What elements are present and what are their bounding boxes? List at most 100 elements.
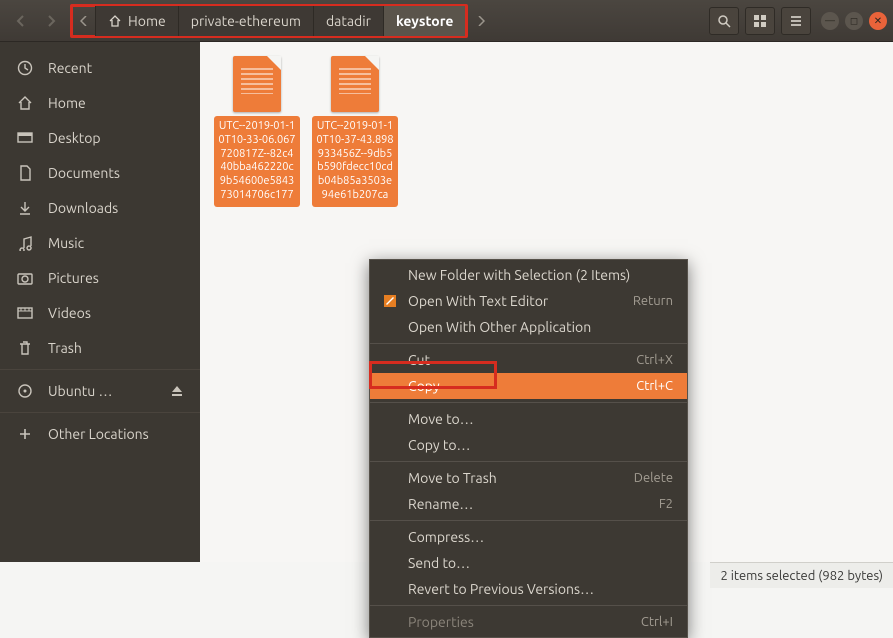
download-icon [16,200,34,216]
menu-item-label: Move to… [408,411,474,427]
breadcrumb-label: datadir [326,13,371,29]
breadcrumb-left-icon[interactable] [73,6,95,36]
window-controls: — ◻ ✕ [821,12,887,30]
breadcrumb-label: private-ethereum [191,13,301,29]
breadcrumb-private-ethereum[interactable]: private-ethereum [178,6,313,36]
hamburger-button[interactable] [781,7,811,35]
eject-icon[interactable] [170,384,184,398]
status-bar: 2 items selected (982 bytes) [710,562,893,588]
sidebar-item-label: Trash [48,340,82,356]
menu-item-shortcut: Ctrl+I [641,615,673,629]
file-label: UTC--2019-01-10T10-33-06.067720817Z--82c… [214,116,300,207]
menu-item-rename[interactable]: Rename… F2 [370,491,687,517]
menu-separator [370,343,687,344]
menu-item-copy-to[interactable]: Copy to… [370,432,687,458]
context-menu: New Folder with Selection (2 Items) Open … [369,259,688,638]
menu-item-open-with-other-application[interactable]: Open With Other Application [370,314,687,340]
menu-item-copy[interactable]: Copy Ctrl+C [370,373,687,399]
menu-separator [370,520,687,521]
sidebar-item-desktop[interactable]: Desktop [0,120,200,155]
sidebar-item-music[interactable]: Music [0,225,200,260]
breadcrumb-label: Home [128,13,166,29]
plus-icon [16,426,34,442]
menu-item-label: Copy to… [408,437,470,453]
sidebar-item-trash[interactable]: Trash [0,330,200,365]
clock-icon [16,60,34,76]
sidebar-item-videos[interactable]: Videos [0,295,200,330]
sidebar-item-downloads[interactable]: Downloads [0,190,200,225]
sidebar-item-label: Videos [48,305,91,321]
file-icon [331,56,379,112]
menu-item-label: Compress… [408,529,484,545]
menu-item-revert-to-previous-versions[interactable]: Revert to Previous Versions… [370,576,687,602]
camera-icon [16,270,34,286]
search-button[interactable] [709,7,739,35]
forward-button[interactable] [36,6,66,36]
sidebar-item-label: Downloads [48,200,118,216]
close-button[interactable]: ✕ [869,12,887,30]
menu-item-open-with-text-editor[interactable]: Open With Text Editor Return [370,288,687,314]
home-icon [16,95,34,111]
menu-separator [370,605,687,606]
menu-item-move-to[interactable]: Move to… [370,406,687,432]
menu-item-shortcut: Ctrl+X [636,353,673,367]
menu-item-shortcut: Return [633,294,673,308]
file-item[interactable]: UTC--2019-01-10T10-37-43.898933456Z--9db… [312,56,398,207]
trash-icon [16,340,34,356]
sidebar-item-ubuntu-[interactable]: Ubuntu … [0,369,200,408]
toolbar: Home private-ethereum datadir keystore —… [0,0,893,42]
menu-item-label: Revert to Previous Versions… [408,581,594,597]
menu-separator [370,402,687,403]
sidebar-item-label: Desktop [48,130,101,146]
menu-item-cut[interactable]: CutCtrl+X [370,347,687,373]
file-item[interactable]: UTC--2019-01-10T10-33-06.067720817Z--82c… [214,56,300,207]
minimize-button[interactable]: — [821,12,839,30]
sidebar: Recent Home Desktop Documents Downloads Music… [0,42,200,562]
menu-item-new-folder-with-selection-items[interactable]: New Folder with Selection (2 Items) [370,262,687,288]
breadcrumb-label: keystore [396,13,453,29]
toolbar-right [709,7,811,35]
disc-icon [16,383,34,399]
breadcrumb-keystore[interactable]: keystore [383,6,465,36]
menu-item-label: Open With Other Application [408,319,591,335]
menu-item-shortcut: Ctrl+C [636,379,673,393]
maximize-button[interactable]: ◻ [845,12,863,30]
breadcrumb: Home private-ethereum datadir keystore [70,4,468,38]
sidebar-item-documents[interactable]: Documents [0,155,200,190]
menu-item-label: Send to… [408,555,470,571]
breadcrumb-home[interactable]: Home [95,6,178,36]
file-label: UTC--2019-01-10T10-37-43.898933456Z--9db… [312,116,398,207]
sidebar-item-other-locations[interactable]: Other Locations [0,412,200,451]
sidebar-item-label: Ubuntu … [48,383,112,399]
menu-item-label: New Folder with Selection (2 Items) [408,267,630,283]
sidebar-item-recent[interactable]: Recent [0,50,200,85]
menu-item-compress[interactable]: Compress… [370,524,687,550]
menu-item-label: Open With Text Editor [408,293,548,309]
status-text: 2 items selected (982 bytes) [720,569,883,583]
menu-item-label: Rename… [408,496,473,512]
menu-item-send-to[interactable]: Send to… [370,550,687,576]
music-icon [16,235,34,251]
menu-item-label: Move to Trash [408,470,497,486]
home-icon [108,14,122,28]
sidebar-item-label: Home [48,95,86,111]
menu-item-shortcut: Delete [634,471,673,485]
desktop-icon [16,130,34,146]
breadcrumb-datadir[interactable]: datadir [313,6,383,36]
menu-item-properties[interactable]: Properties Ctrl+I [370,609,687,635]
sidebar-item-pictures[interactable]: Pictures [0,260,200,295]
sidebar-item-label: Recent [48,60,92,76]
file-icon [233,56,281,112]
sidebar-item-label: Pictures [48,270,99,286]
back-button[interactable] [6,6,36,36]
menu-item-move-to-trash[interactable]: Move to Trash Delete [370,465,687,491]
menu-item-label: Properties [408,614,474,630]
sidebar-item-label: Other Locations [48,426,149,442]
menu-item-label: Copy [408,378,440,394]
menu-item-shortcut: F2 [659,497,673,511]
view-grid-button[interactable] [745,7,775,35]
breadcrumb-right-icon[interactable] [470,6,492,36]
sidebar-item-home[interactable]: Home [0,85,200,120]
sidebar-item-label: Documents [48,165,120,181]
sidebar-item-label: Music [48,235,84,251]
